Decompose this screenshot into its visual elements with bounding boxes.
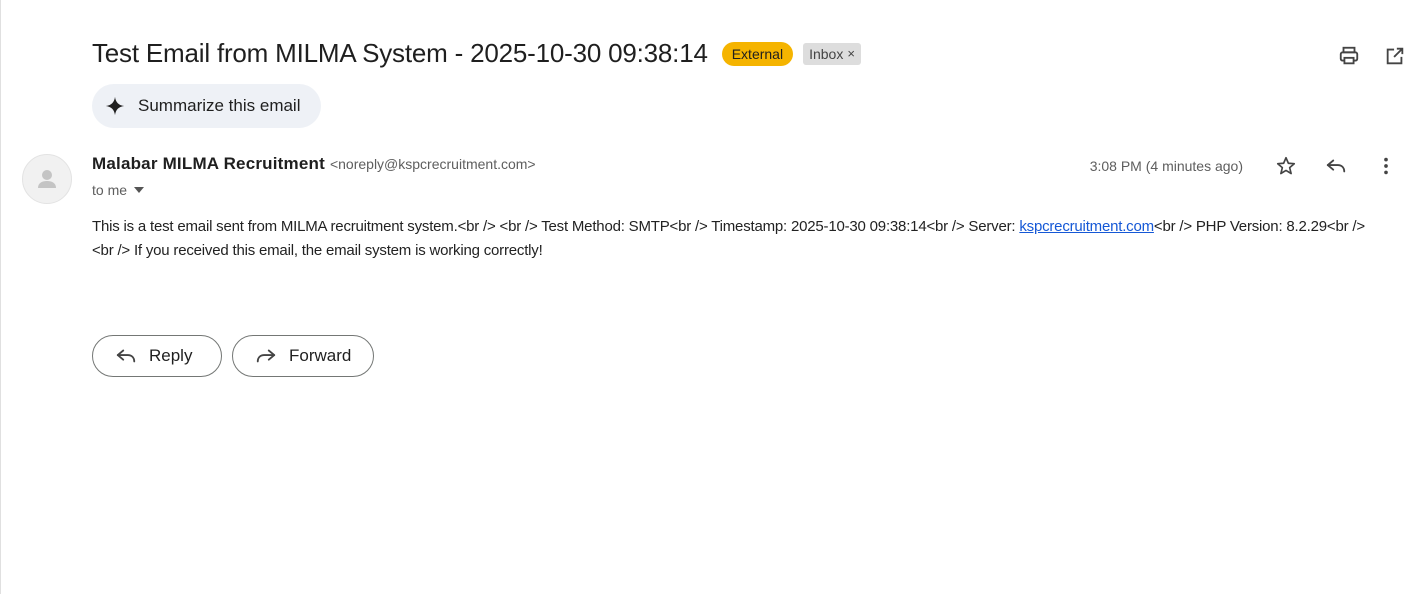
reply-label: Reply	[149, 346, 193, 365]
person-icon	[38, 170, 56, 188]
forward-icon	[256, 349, 276, 363]
inbox-label-text: Inbox	[809, 45, 844, 62]
print-icon[interactable]	[1337, 44, 1361, 68]
remove-label-button[interactable]: ×	[847, 45, 855, 63]
star-icon[interactable]	[1274, 154, 1298, 178]
forward-button[interactable]: Forward	[232, 335, 374, 377]
summarize-button[interactable]: Summarize this email	[92, 84, 321, 128]
top-toolbar	[1337, 44, 1407, 68]
timestamp: 3:08 PM (4 minutes ago)	[1089, 158, 1243, 174]
avatar[interactable]	[22, 154, 72, 204]
caret-down-icon	[134, 187, 145, 193]
sender-email: <noreply@kspcrecruitment.com>	[329, 156, 536, 172]
recipient-text: to me	[92, 182, 128, 198]
inbox-label[interactable]: Inbox ×	[803, 42, 861, 65]
body-text-part1: This is a test email sent from MILMA rec…	[92, 218, 1020, 235]
external-label: External	[721, 41, 794, 66]
reply-icon[interactable]	[1324, 154, 1348, 178]
more-vert-icon[interactable]	[1374, 154, 1398, 178]
email-body: This is a test email sent from MILMA rec…	[92, 215, 1367, 263]
server-link[interactable]: kspcrecruitment.com	[1019, 218, 1154, 235]
sparkle-icon	[105, 96, 125, 116]
summarize-label: Summarize this email	[138, 96, 301, 115]
sender-row: Malabar MILMA Recruitment <noreply@kspcr…	[92, 154, 536, 174]
reply-icon	[116, 349, 136, 363]
subject-row: Test Email from MILMA System - 2025-10-3…	[92, 38, 861, 69]
message-actions: Reply Forward	[92, 335, 374, 377]
reply-button[interactable]: Reply	[92, 335, 222, 377]
message-meta: 3:08 PM (4 minutes ago)	[1090, 152, 1411, 180]
recipient-details-toggle[interactable]: to me	[92, 182, 145, 198]
email-subject: Test Email from MILMA System - 2025-10-3…	[92, 38, 708, 68]
email-view: Test Email from MILMA System - 2025-10-3…	[0, 0, 1411, 594]
sender-name[interactable]: Malabar MILMA Recruitment	[92, 154, 325, 174]
open-in-new-window-icon[interactable]	[1383, 44, 1407, 68]
forward-label: Forward	[289, 346, 352, 365]
